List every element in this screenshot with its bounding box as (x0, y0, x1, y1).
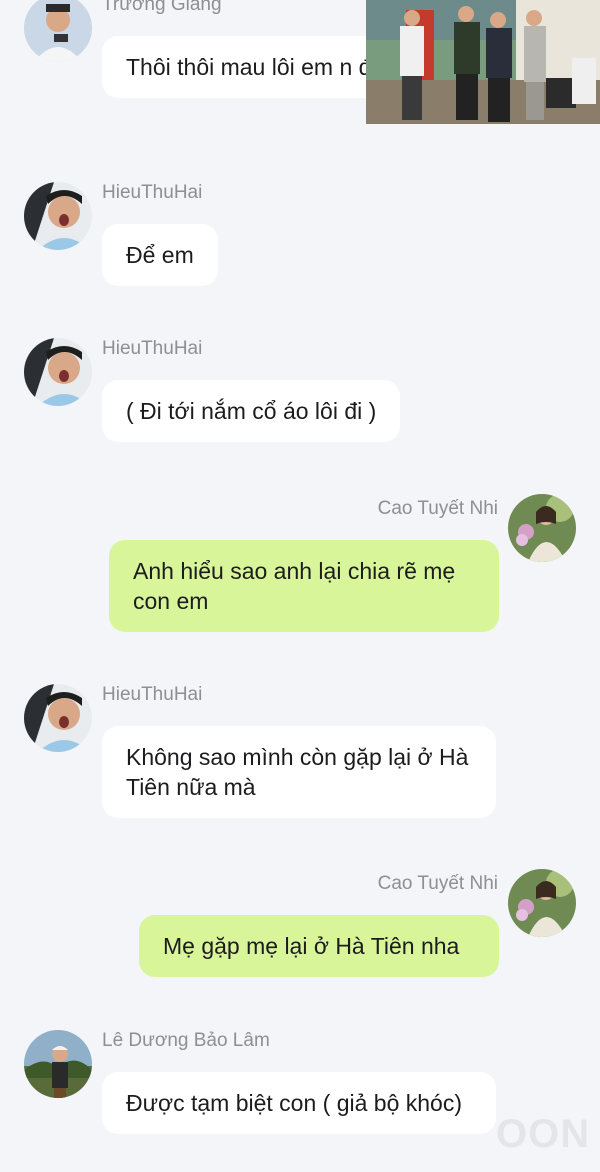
watermark-logo: OON (496, 1112, 591, 1156)
avatar-le-duong-bao-lam[interactable] (24, 1030, 92, 1098)
message-bubble[interactable]: ( Đi tới nắm cổ áo lôi đi ) (102, 380, 401, 442)
sender-name: HieuThuHai (102, 684, 203, 705)
message-cao-tuyet-nhi: Cao Tuyết Nhi Anh hiểu sao anh lại chia … (0, 494, 600, 636)
sender-name: Cao Tuyết Nhi (377, 873, 498, 894)
message-bubble[interactable]: Không sao mình còn gặp lại ở Hà Tiên nữa… (102, 726, 496, 818)
message-bubble[interactable]: Anh hiểu sao anh lại chia rẽ mẹ con em (109, 540, 499, 632)
avatar-hieuthuhai[interactable] (24, 684, 92, 752)
sender-name: Trường Giang (102, 0, 222, 15)
avatar-hieuthuhai[interactable] (24, 182, 92, 250)
message-hieuthuhai: HieuThuHai Để em (0, 182, 600, 292)
message-hieuthuhai: HieuThuHai ( Đi tới nắm cổ áo lôi đi ) (0, 338, 600, 448)
message-bubble[interactable]: Được tạm biệt con ( giả bộ khóc) (102, 1072, 496, 1134)
avatar-truong-giang[interactable] (24, 0, 92, 62)
sender-name: HieuThuHai (102, 338, 203, 359)
avatar-cao-tuyet-nhi[interactable] (508, 869, 576, 937)
message-bubble[interactable]: Mẹ gặp mẹ lại ở Hà Tiên nha (139, 915, 499, 977)
message-bubble[interactable]: Để em (102, 224, 218, 286)
avatar-cao-tuyet-nhi[interactable] (508, 494, 576, 562)
sender-name: HieuThuHai (102, 182, 203, 203)
avatar-hieuthuhai[interactable] (24, 338, 92, 406)
sender-name: Lê Dương Bảo Lâm (102, 1030, 270, 1051)
message-cao-tuyet-nhi: Cao Tuyết Nhi Mẹ gặp mẹ lại ở Hà Tiên nh… (0, 869, 600, 983)
message-hieuthuhai: HieuThuHai Không sao mình còn gặp lại ở … (0, 684, 600, 824)
photo-sticker[interactable] (366, 0, 600, 124)
sender-name: Cao Tuyết Nhi (377, 498, 498, 519)
photo-sticker-image (366, 0, 600, 124)
